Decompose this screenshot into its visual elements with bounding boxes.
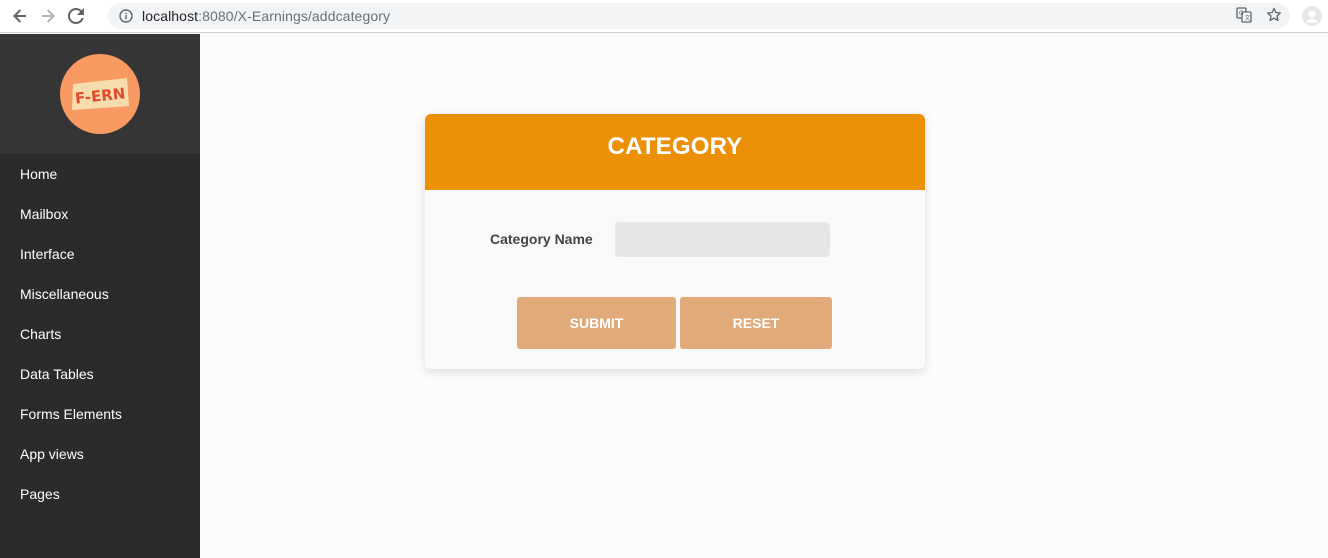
sidebar-item-miscellaneous[interactable]: Miscellaneous: [0, 274, 200, 314]
svg-text:文: 文: [1245, 14, 1251, 22]
sidebar-item-home[interactable]: Home: [0, 154, 200, 194]
sidebar-item-data-tables[interactable]: Data Tables: [0, 354, 200, 394]
sidebar-item-app-views[interactable]: App views: [0, 434, 200, 474]
svg-text:G: G: [1239, 10, 1244, 17]
sidebar-item-charts[interactable]: Charts: [0, 314, 200, 354]
sidebar-nav: Home Mailbox Interface Miscellaneous Cha…: [0, 154, 200, 514]
sidebar-item-mailbox[interactable]: Mailbox: [0, 194, 200, 234]
category-name-row: Category Name: [425, 222, 925, 257]
url-text: localhost:8080/X-Earnings/addcategory: [142, 8, 390, 24]
sidebar-item-interface[interactable]: Interface: [0, 234, 200, 274]
logo-badge: F-ERN: [72, 78, 129, 110]
forward-arrow-icon[interactable]: [37, 5, 59, 27]
reload-icon[interactable]: [65, 5, 87, 27]
back-arrow-icon[interactable]: [9, 5, 31, 27]
card-title: CATEGORY: [607, 132, 743, 160]
url-path: :8080/X-Earnings/addcategory: [198, 8, 391, 24]
sidebar-item-pages[interactable]: Pages: [0, 474, 200, 514]
category-name-label: Category Name: [490, 231, 593, 247]
browser-toolbar: localhost:8080/X-Earnings/addcategory G …: [0, 0, 1328, 33]
category-name-input[interactable]: [615, 222, 830, 257]
sidebar-header: F-ERN: [0, 34, 200, 154]
submit-button[interactable]: SUBMIT: [517, 297, 676, 349]
profile-avatar-icon[interactable]: [1301, 5, 1323, 27]
sidebar: F-ERN Home Mailbox Interface Miscellaneo…: [0, 34, 200, 558]
logo[interactable]: F-ERN: [60, 54, 140, 134]
address-bar[interactable]: localhost:8080/X-Earnings/addcategory G …: [108, 3, 1290, 29]
card-header: CATEGORY: [425, 114, 925, 190]
category-card: CATEGORY Category Name SUBMIT RESET: [425, 114, 925, 369]
url-host: localhost: [142, 8, 199, 24]
sidebar-item-forms-elements[interactable]: Forms Elements: [0, 394, 200, 434]
bookmark-star-icon[interactable]: [1266, 7, 1282, 23]
site-info-icon[interactable]: [119, 9, 133, 23]
translate-icon[interactable]: G 文: [1236, 7, 1252, 23]
reset-button[interactable]: RESET: [680, 297, 832, 349]
